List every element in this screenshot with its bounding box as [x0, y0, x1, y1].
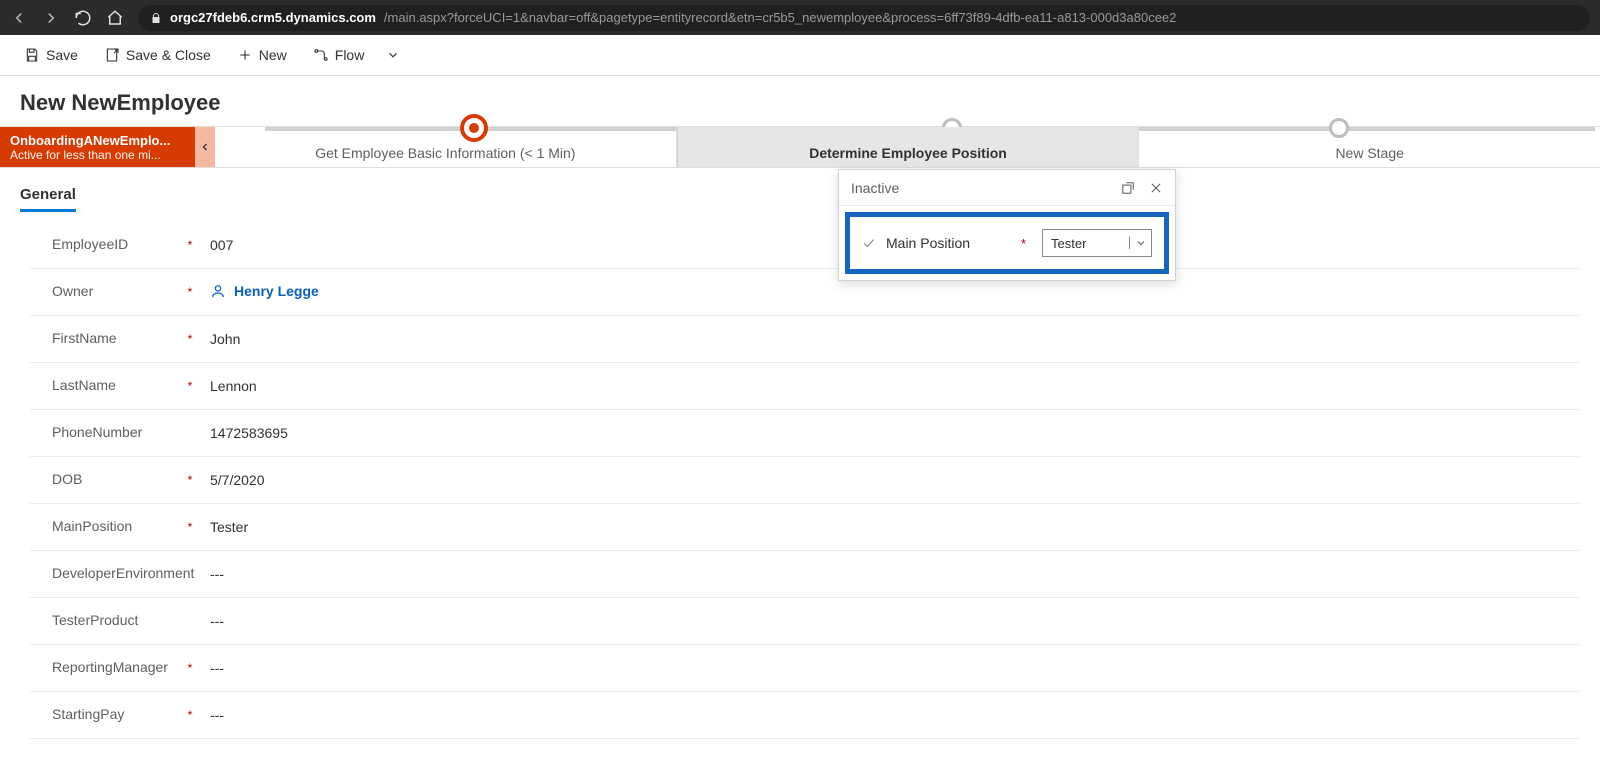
save-close-icon: [104, 47, 120, 63]
bpf-stage-flyout: Inactive Main Position * Tester: [838, 169, 1176, 281]
field-value[interactable]: Lennon: [200, 372, 1582, 400]
chevron-down-icon: [386, 48, 400, 62]
field-label: TesterProduct: [30, 606, 180, 636]
save-button[interactable]: Save: [14, 41, 88, 69]
save-icon: [24, 47, 40, 63]
save-label: Save: [46, 47, 78, 63]
url-domain: orgc27fdeb6.crm5.dynamics.com: [170, 10, 376, 25]
form-body: EmployeeID*007Owner*Henry LeggeFirstName…: [0, 212, 1600, 739]
field-label: Owner: [30, 277, 180, 307]
flow-button[interactable]: Flow: [303, 41, 375, 69]
new-label: New: [259, 47, 287, 63]
required-asterisk: *: [1021, 236, 1026, 251]
form-field-row: EmployeeID*007: [30, 222, 1582, 269]
main-position-select[interactable]: Tester: [1042, 229, 1152, 257]
select-value: Tester: [1043, 236, 1129, 251]
field-label: FirstName: [30, 324, 180, 354]
form-field-row: DOB*5/7/2020: [30, 457, 1582, 504]
chevron-down-icon[interactable]: [1129, 237, 1151, 249]
bpf-stage-1[interactable]: Get Employee Basic Information (< 1 Min): [215, 127, 677, 167]
required-marker: *: [180, 238, 200, 252]
tab-general[interactable]: General: [20, 180, 76, 212]
form-field-row: PhoneNumber 1472583695: [30, 410, 1582, 457]
field-value[interactable]: Henry Legge: [200, 277, 1582, 308]
form-field-row: TesterProduct ---: [30, 598, 1582, 645]
flow-chevron[interactable]: [380, 42, 406, 68]
form-field-row: StartingPay*---: [30, 692, 1582, 739]
home-icon[interactable]: [106, 9, 124, 27]
nav-back-icon[interactable]: [10, 9, 28, 27]
bpf-status-pill[interactable]: OnboardingANewEmplo... Active for less t…: [0, 127, 195, 167]
person-icon: [210, 283, 226, 299]
flyout-field-label: Main Position: [886, 235, 1011, 251]
new-button[interactable]: New: [227, 41, 297, 69]
refresh-icon[interactable]: [74, 9, 92, 27]
form-field-row: MainPosition*Tester: [30, 504, 1582, 551]
field-label: DeveloperEnvironment: [30, 559, 180, 589]
plus-icon: [237, 47, 253, 63]
field-value[interactable]: ---: [200, 701, 1582, 729]
nav-forward-icon[interactable]: [42, 9, 60, 27]
form-field-row: ReportingManager*---: [30, 645, 1582, 692]
required-marker: *: [180, 473, 200, 487]
field-label: ReportingManager: [30, 653, 180, 683]
browser-chrome: orgc27fdeb6.crm5.dynamics.com/main.aspx?…: [0, 0, 1600, 35]
required-marker: *: [180, 379, 200, 393]
close-icon[interactable]: [1149, 181, 1163, 195]
business-process-flow: OnboardingANewEmplo... Active for less t…: [0, 126, 1600, 168]
required-marker: *: [180, 332, 200, 346]
save-close-button[interactable]: Save & Close: [94, 41, 221, 69]
save-close-label: Save & Close: [126, 47, 211, 63]
flow-label: Flow: [335, 47, 365, 63]
field-value[interactable]: John: [200, 325, 1582, 353]
flyout-status: Inactive: [851, 180, 899, 196]
url-path: /main.aspx?forceUCI=1&navbar=off&pagetyp…: [384, 10, 1176, 25]
command-bar: Save Save & Close New Flow: [0, 35, 1600, 76]
bpf-collapse-button[interactable]: [195, 127, 215, 167]
check-icon: [862, 236, 876, 250]
required-marker: *: [180, 661, 200, 675]
form-field-row: FirstName*John: [30, 316, 1582, 363]
chevron-left-icon: [199, 141, 211, 153]
bpf-stage-3[interactable]: New Stage: [1139, 127, 1600, 167]
required-marker: *: [180, 708, 200, 722]
bpf-status-title: OnboardingANewEmplo...: [10, 133, 185, 148]
owner-lookup[interactable]: Henry Legge: [210, 283, 319, 299]
field-label: EmployeeID: [30, 230, 180, 260]
form-field-row: LastName*Lennon: [30, 363, 1582, 410]
field-label: PhoneNumber: [30, 418, 180, 448]
bpf-status-subtitle: Active for less than one mi...: [10, 148, 185, 162]
field-value[interactable]: 1472583695: [200, 419, 1582, 447]
page-title: New NewEmployee: [20, 90, 1580, 116]
field-label: MainPosition: [30, 512, 180, 542]
address-bar[interactable]: orgc27fdeb6.crm5.dynamics.com/main.aspx?…: [138, 5, 1590, 31]
field-value[interactable]: ---: [200, 607, 1582, 635]
page-header: New NewEmployee: [0, 76, 1600, 126]
flyout-field-highlight: Main Position * Tester: [845, 212, 1169, 274]
flow-icon: [313, 47, 329, 63]
field-label: DOB: [30, 465, 180, 495]
required-marker: *: [180, 520, 200, 534]
popout-icon[interactable]: [1121, 181, 1135, 195]
field-value[interactable]: Tester: [200, 513, 1582, 541]
field-value[interactable]: 5/7/2020: [200, 466, 1582, 494]
lock-icon: [150, 12, 162, 24]
form-tabs: General: [0, 168, 1600, 212]
field-label: StartingPay: [30, 700, 180, 730]
field-value[interactable]: ---: [200, 654, 1582, 682]
form-field-row: Owner* Henry Legge: [30, 269, 1582, 316]
field-value[interactable]: ---: [200, 560, 1582, 588]
field-label: LastName: [30, 371, 180, 401]
form-field-row: DeveloperEnvironment ---: [30, 551, 1582, 598]
bpf-stage-2[interactable]: Determine Employee Position: [677, 127, 1140, 167]
required-marker: *: [180, 285, 200, 299]
